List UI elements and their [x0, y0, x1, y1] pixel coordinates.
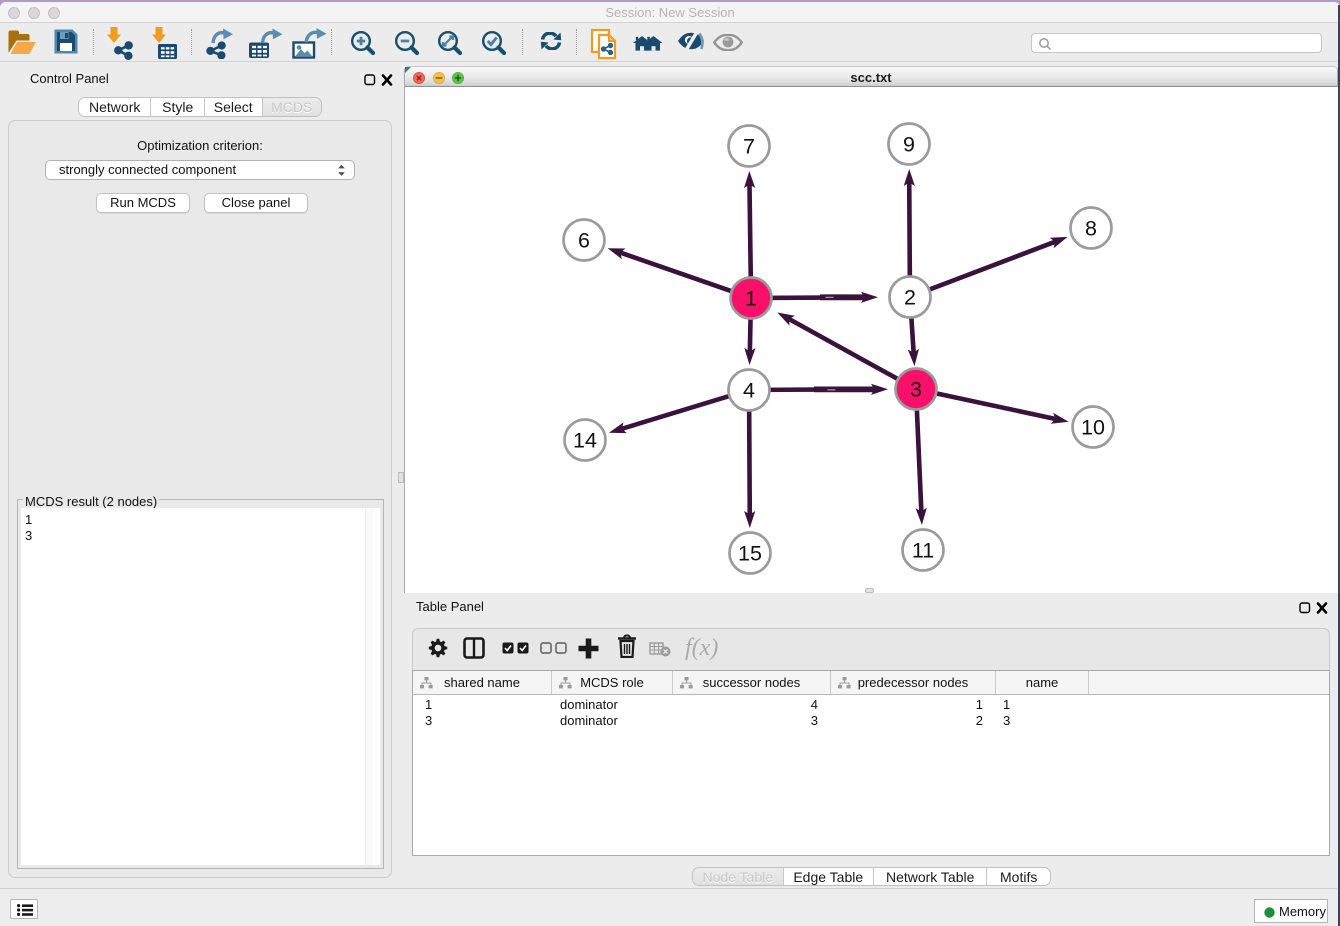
svg-text:2: 2: [904, 286, 916, 310]
svg-text:14: 14: [573, 429, 597, 453]
svg-text:4: 4: [743, 379, 755, 403]
svg-text:6: 6: [578, 229, 590, 253]
svg-text:3: 3: [910, 378, 922, 402]
svg-text:9: 9: [903, 133, 915, 157]
svg-text:1: 1: [745, 287, 757, 311]
svg-text:8: 8: [1085, 217, 1097, 241]
svg-text:15: 15: [738, 542, 762, 566]
svg-text:7: 7: [743, 135, 755, 159]
svg-text:11: 11: [912, 539, 934, 563]
svg-text:10: 10: [1081, 416, 1105, 440]
